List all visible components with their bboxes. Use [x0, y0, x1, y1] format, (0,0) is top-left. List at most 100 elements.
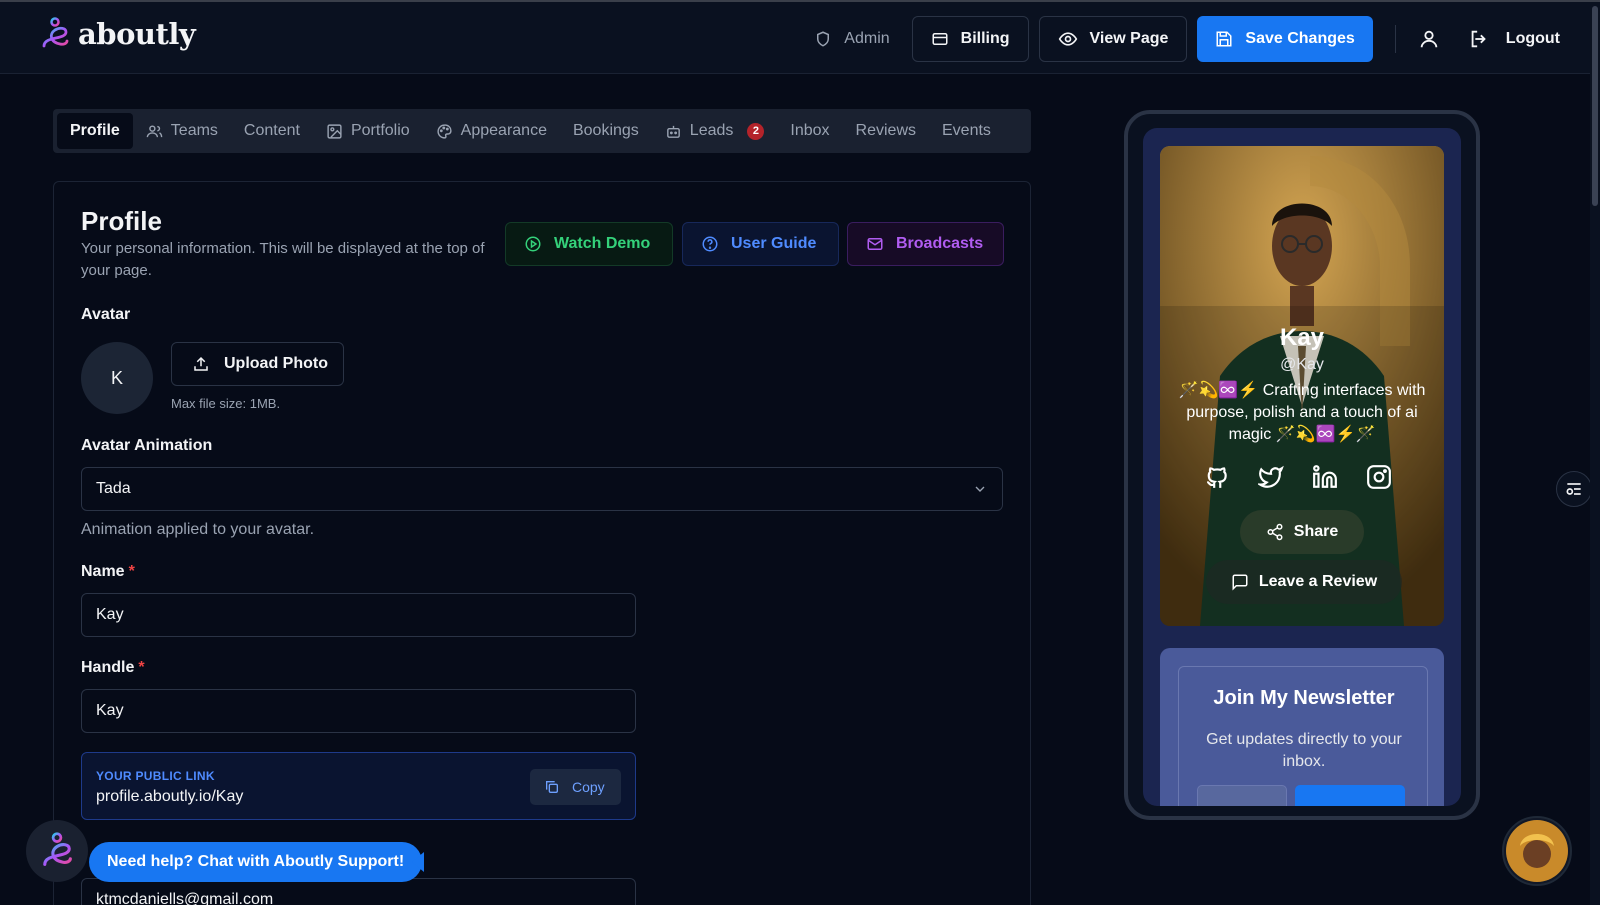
tab-inbox[interactable]: Inbox	[777, 113, 842, 149]
shield-icon	[817, 31, 830, 47]
user-avatar-bubble[interactable]	[1502, 816, 1572, 886]
email-field[interactable]: ktmcdaniells@gmail.com	[81, 878, 636, 905]
handle-label-text: Handle	[81, 659, 135, 676]
aboutly-logo-icon	[42, 17, 69, 48]
tab-portfolio[interactable]: Portfolio	[313, 113, 423, 149]
tab-reviews[interactable]: Reviews	[843, 113, 929, 149]
page-description: Your personal information. This will be …	[81, 240, 485, 279]
newsletter-email-input[interactable]	[1197, 785, 1287, 806]
tab-leads[interactable]: Leads 2	[652, 113, 778, 149]
public-link-caption: YOUR PUBLIC LINK	[96, 769, 215, 783]
tab-events[interactable]: Events	[929, 113, 1004, 149]
required-mark: *	[138, 659, 145, 676]
top-bar: aboutly Admin Billing View Page Save Cha…	[0, 0, 1600, 74]
logout-icon	[1471, 30, 1486, 48]
user-guide-button[interactable]: User Guide	[682, 222, 839, 266]
copy-link-button[interactable]: Copy	[530, 769, 621, 805]
user-icon[interactable]	[1418, 28, 1440, 50]
copy-icon	[546, 781, 558, 793]
brand-name: aboutly	[78, 17, 196, 51]
page-title: Profile	[81, 206, 162, 236]
newsletter-description: Get updates directly to your inbox.	[1206, 731, 1402, 770]
eye-icon	[1058, 32, 1077, 46]
credit-card-icon	[932, 33, 948, 45]
tab-teams[interactable]: Teams	[133, 113, 231, 149]
leave-review-label: Leave a Review	[1258, 573, 1378, 590]
name-value: Kay	[96, 606, 124, 623]
share-button[interactable]: Share	[1240, 510, 1364, 554]
brand-logo[interactable]: aboutly	[40, 16, 196, 52]
palette-icon	[437, 123, 452, 139]
leave-review-button[interactable]: Leave a Review	[1206, 560, 1402, 604]
save-changes-label: Save Changes	[1245, 30, 1355, 47]
admin-label: Admin	[844, 30, 890, 47]
avatar-animation-select[interactable]: Tada	[81, 467, 1003, 511]
public-link-url[interactable]: profile.aboutly.io/Kay	[96, 788, 243, 806]
tab-label: Leads	[689, 122, 734, 139]
user-guide-label: User Guide	[731, 235, 817, 252]
view-page-label: View Page	[1089, 30, 1169, 47]
app-root: aboutly Admin Billing View Page Save Cha…	[0, 0, 1600, 905]
tab-label: Portfolio	[350, 122, 410, 139]
upload-photo-button[interactable]: Upload Photo	[171, 342, 344, 386]
tab-bookings[interactable]: Bookings	[560, 113, 652, 149]
instagram-icon[interactable]	[1366, 464, 1392, 490]
newsletter-title: Join My Newsletter	[1213, 687, 1395, 709]
tab-profile[interactable]: Profile	[57, 113, 133, 149]
broadcasts-button[interactable]: Broadcasts	[847, 222, 1004, 266]
upload-icon	[194, 356, 208, 371]
billing-label: Billing	[960, 30, 1010, 47]
tab-content[interactable]: Content	[231, 113, 313, 149]
newsletter-block: Join My Newsletter Get updates directly …	[1160, 648, 1444, 806]
name-label-text: Name	[81, 563, 125, 580]
tab-label: Content	[243, 122, 300, 139]
twitter-icon[interactable]	[1256, 464, 1284, 490]
broadcasts-label: Broadcasts	[896, 235, 984, 252]
copy-label: Copy	[572, 779, 605, 795]
aboutly-logo-icon	[43, 832, 72, 866]
tab-label: Appearance	[460, 122, 547, 139]
avatar-label: Avatar	[81, 306, 131, 323]
tab-label: Profile	[70, 122, 120, 139]
github-icon[interactable]	[1204, 464, 1230, 490]
preview-handle: @Kay	[1280, 356, 1324, 373]
user-photo-icon	[1506, 820, 1568, 882]
avatar-animation-help: Animation applied to your avatar.	[81, 521, 315, 538]
avatar-animation-label: Avatar Animation	[81, 437, 213, 454]
newsletter-submit-button[interactable]	[1295, 785, 1405, 806]
share-icon	[1267, 523, 1283, 541]
message-square-icon	[1232, 574, 1248, 591]
tab-label: Bookings	[572, 122, 639, 139]
billing-button[interactable]: Billing	[911, 16, 1029, 62]
side-panel-toggle[interactable]	[1556, 471, 1592, 507]
tab-label: Inbox	[790, 122, 830, 139]
mail-icon	[867, 238, 883, 250]
scrollbar-thumb[interactable]	[1592, 6, 1598, 206]
phone-preview: Kay @Kay 🪄💫♾️⚡ Crafting interfaces with …	[1124, 110, 1480, 820]
name-label: Name *	[81, 563, 135, 581]
watch-demo-label: Watch Demo	[554, 235, 651, 252]
save-changes-button[interactable]: Save Changes	[1197, 16, 1373, 62]
image-icon	[327, 123, 342, 139]
chevron-down-icon	[975, 486, 985, 492]
handle-value: Kay	[96, 702, 124, 719]
handle-field[interactable]: Kay	[81, 689, 636, 733]
admin-link[interactable]: Admin	[814, 30, 890, 48]
leads-count-badge: 2	[747, 122, 765, 140]
support-chat-prompt[interactable]: Need help? Chat with Aboutly Support!	[89, 842, 423, 882]
nav-divider	[1394, 25, 1396, 53]
max-file-size-hint: Max file size: 1MB.	[171, 396, 281, 411]
bot-icon	[666, 125, 680, 138]
linkedin-icon[interactable]	[1312, 464, 1338, 490]
chat-pointer	[412, 852, 424, 872]
watch-demo-button[interactable]: Watch Demo	[505, 222, 673, 266]
preview-name: Kay	[1279, 324, 1325, 351]
tab-appearance[interactable]: Appearance	[423, 113, 560, 149]
logout-button[interactable]: Logout	[1468, 28, 1560, 50]
view-page-button[interactable]: View Page	[1038, 16, 1188, 62]
name-field[interactable]: Kay	[81, 593, 636, 637]
upload-photo-label: Upload Photo	[224, 355, 328, 372]
tab-bar: Profile Teams Content Portfolio Appearan…	[53, 109, 1031, 153]
support-chat-launcher[interactable]	[26, 820, 88, 882]
help-circle-icon	[702, 236, 718, 252]
